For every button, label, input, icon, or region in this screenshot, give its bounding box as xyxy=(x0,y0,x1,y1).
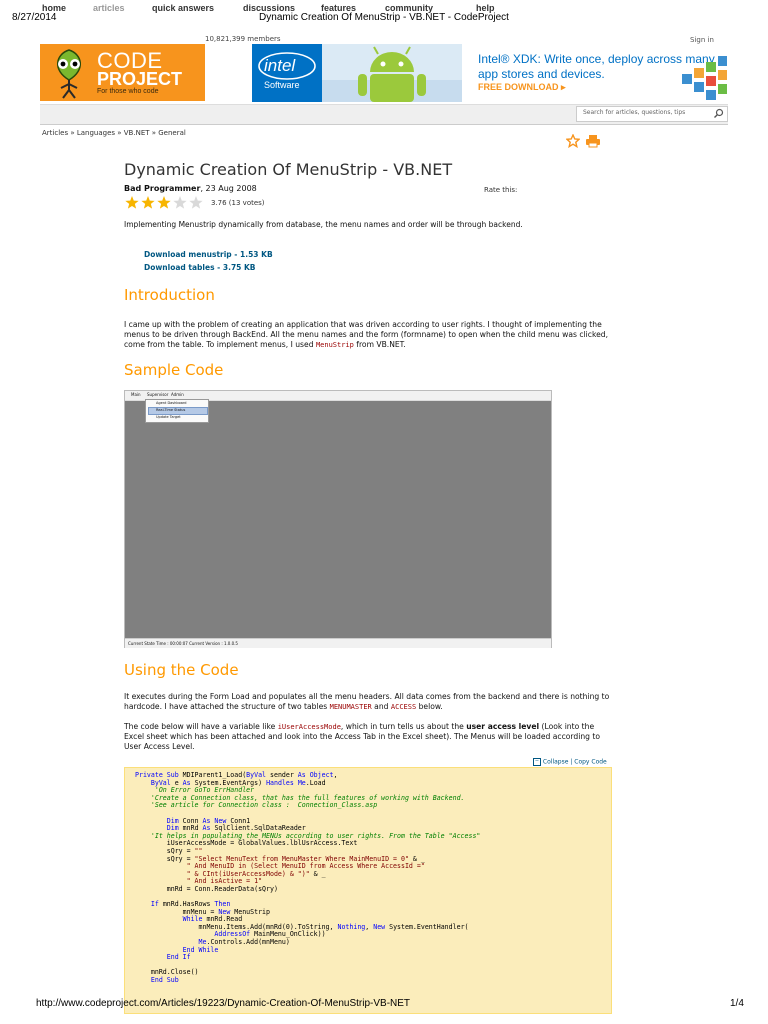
rating-star-icon[interactable] xyxy=(157,196,171,209)
search-box[interactable]: Search for articles, questions, tips xyxy=(576,106,728,122)
screenshot-item-real-time-status: Real-Time Status xyxy=(156,408,186,412)
inline-code-menumaster: MENUMASTER xyxy=(329,703,372,711)
breadcrumb[interactable]: Articles » Languages » VB.NET » General xyxy=(42,129,186,137)
heading-using-the-code: Using the Code xyxy=(124,661,239,679)
heading-sample-code: Sample Code xyxy=(124,361,224,379)
search-input[interactable]: Search for articles, questions, tips xyxy=(583,109,685,116)
nav-community[interactable]: community xyxy=(385,3,433,13)
rate-this-label[interactable]: Rate this: xyxy=(484,186,517,194)
rating-star-icon[interactable] xyxy=(141,196,155,209)
article-summary: Implementing Menustrip dynamically from … xyxy=(124,220,523,229)
intel-software-label: Software xyxy=(264,80,300,90)
logo-tagline: For those who code xyxy=(97,88,159,95)
intro-paragraph: I came up with the problem of creating a… xyxy=(124,320,608,349)
print-url: http://www.codeproject.com/Articles/1922… xyxy=(36,998,411,1009)
screenshot-item-update-target: Update Target xyxy=(156,415,181,419)
android-mascot-panel xyxy=(322,44,462,102)
search-icon[interactable] xyxy=(713,108,724,119)
android-robot-icon xyxy=(322,46,462,102)
nav-home[interactable]: home xyxy=(42,3,66,13)
ad-free-download-link[interactable]: FREE DOWNLOAD ▸ xyxy=(478,82,566,93)
bold-user-access-level: user access level xyxy=(466,722,540,731)
collapse-icon[interactable]: − xyxy=(533,758,541,766)
collapse-copy-links[interactable]: Collapse | Copy Code xyxy=(543,759,607,766)
code-listing: Private Sub MDIParent1_Load(ByVal sender… xyxy=(135,771,481,985)
inline-code-access: ACCESS xyxy=(390,703,417,711)
bookmark-star-icon[interactable] xyxy=(565,133,581,149)
heading-introduction: Introduction xyxy=(124,286,215,304)
inline-code-menustrip: MenuStrip xyxy=(315,341,354,349)
screenshot-status-text: Current State Time : 00:00:07 Current Ve… xyxy=(128,641,238,646)
article-tools xyxy=(565,133,601,152)
sign-in-link[interactable]: Sign in xyxy=(690,36,714,44)
code-block: Private Sub MDIParent1_Load(ByVal sender… xyxy=(124,767,612,1014)
screenshot-menu-supervisor: Supervisor xyxy=(147,392,169,397)
intel-ad-banner[interactable]: intel Software Intel® XDK: Write once, d… xyxy=(252,44,727,102)
download-menustrip-link[interactable]: Download menustrip - 1.53 KB xyxy=(144,250,273,259)
inline-code-iuseraccessmode: iUserAccessMode xyxy=(277,723,341,731)
rating-votes: 3.76 (13 votes) xyxy=(211,199,265,207)
device-tiles-graphic xyxy=(682,56,727,100)
rating-star-icon[interactable] xyxy=(189,196,203,209)
code-tools[interactable]: − Collapse | Copy Code xyxy=(533,758,607,766)
nav-features[interactable]: features xyxy=(321,3,356,13)
intel-brand: intel xyxy=(264,56,296,75)
nav-articles[interactable]: articles xyxy=(93,3,125,13)
nav-quick-answers[interactable]: quick answers xyxy=(152,3,214,13)
screenshot-item-agent-dashboard: Agent Dashboard xyxy=(156,401,187,405)
print-icon[interactable] xyxy=(585,134,601,148)
screenshot-menu-main: Main xyxy=(131,392,141,397)
print-page-number: 1/4 xyxy=(730,998,744,1009)
byline: Bad Programmer, 23 Aug 2008 xyxy=(124,184,257,193)
nav-help[interactable]: help xyxy=(476,3,495,13)
screenshot-menu-admin: Admin xyxy=(171,392,184,397)
codeproject-logo[interactable]: CODE PROJECT For those who code xyxy=(40,44,205,101)
intel-logo-panel: intel Software xyxy=(252,44,322,102)
publish-date: , 23 Aug 2008 xyxy=(200,184,257,193)
mdi-background xyxy=(125,400,551,638)
logo-text-project: PROJECT xyxy=(97,69,183,89)
screenshot-statusbar: Current State Time : 00:00:07 Current Ve… xyxy=(125,638,551,648)
author-link[interactable]: Bad Programmer xyxy=(124,184,200,193)
screenshot-dropdown: Agent Dashboard Real-Time Status Update … xyxy=(145,399,209,423)
rating-star-icon[interactable] xyxy=(125,196,139,209)
rating-star-icon[interactable] xyxy=(173,196,187,209)
bob-mascot-icon xyxy=(57,49,81,99)
download-tables-link[interactable]: Download tables - 3.75 KB xyxy=(144,263,256,272)
member-count: 10,821,399 members xyxy=(205,35,281,43)
sample-screenshot: Main Supervisor Admin Agent Dashboard Re… xyxy=(124,390,552,648)
print-title: Dynamic Creation Of MenuStrip - VB.NET -… xyxy=(259,12,509,23)
nav-discussions[interactable]: discussions xyxy=(243,3,295,13)
using-paragraph-1: It executes during the Form Load and pop… xyxy=(124,692,610,711)
article-title: Dynamic Creation Of MenuStrip - VB.NET xyxy=(124,160,453,179)
using-paragraph-2: The code below will have a variable like… xyxy=(124,722,600,751)
rating-stars[interactable] xyxy=(124,195,208,211)
